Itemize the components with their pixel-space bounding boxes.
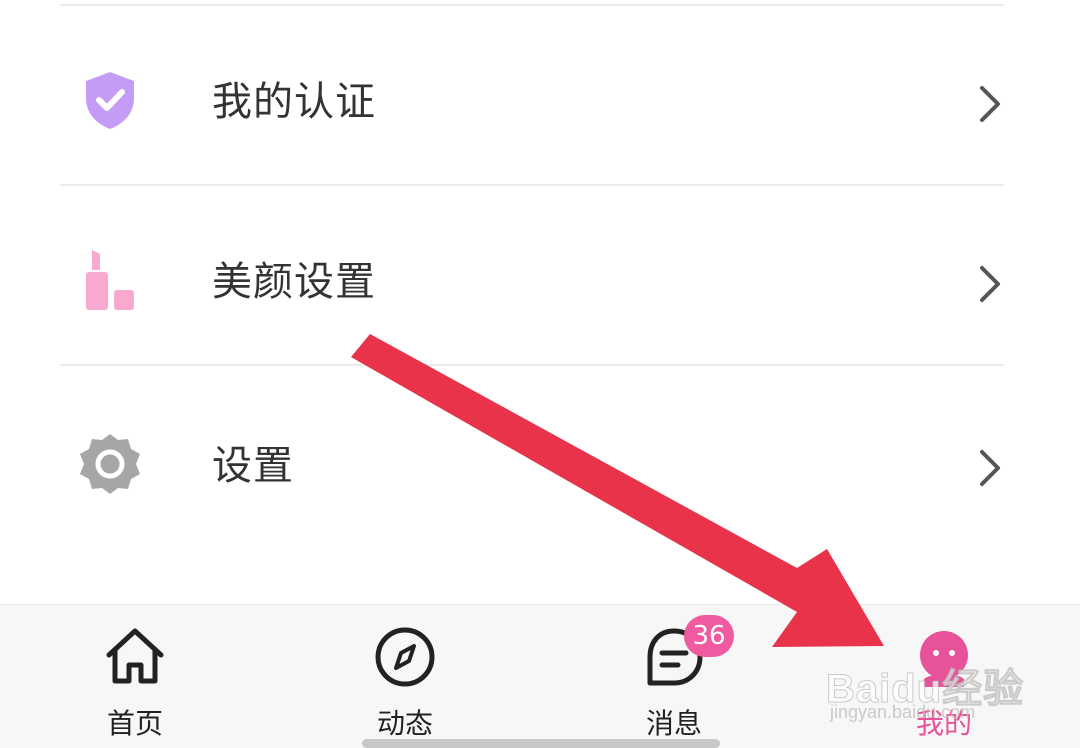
chevron-right-icon [980, 450, 1000, 486]
menu-item-beauty-settings[interactable]: 美颜设置 [0, 186, 1080, 366]
menu-item-label: 美颜设置 [212, 259, 376, 305]
menu-item-settings[interactable]: 设置 [0, 370, 1080, 550]
tab-feed[interactable]: 动态 [335, 605, 475, 748]
tab-profile[interactable]: 我的 [874, 605, 1014, 748]
tab-label: 动态 [376, 707, 433, 740]
gear-icon [80, 434, 140, 494]
menu-item-label: 设置 [212, 443, 294, 489]
lipstick-icon [86, 250, 134, 310]
profile-icon [920, 631, 968, 687]
menu-item-label: 我的认证 [212, 79, 376, 125]
tab-label: 首页 [106, 707, 163, 740]
home-icon [106, 628, 164, 684]
settings-menu: 我的认证 美颜设置 设置 [0, 0, 1080, 604]
tab-label: 我的 [915, 707, 972, 740]
chevron-right-icon [980, 86, 1000, 122]
verified-shield-icon [86, 72, 134, 129]
chevron-right-icon [980, 266, 1000, 302]
compass-icon [375, 627, 435, 687]
tab-home[interactable]: 首页 [65, 605, 205, 748]
unread-badge: 36 [684, 615, 734, 657]
tab-label: 消息 [645, 707, 702, 740]
home-indicator [362, 739, 720, 748]
divider [60, 364, 1004, 366]
bottom-tab-bar: 首页 动态 36 消息 我的 [0, 604, 1080, 748]
tab-messages[interactable]: 36 消息 [604, 605, 744, 748]
menu-item-verification[interactable]: 我的认证 [0, 6, 1080, 186]
